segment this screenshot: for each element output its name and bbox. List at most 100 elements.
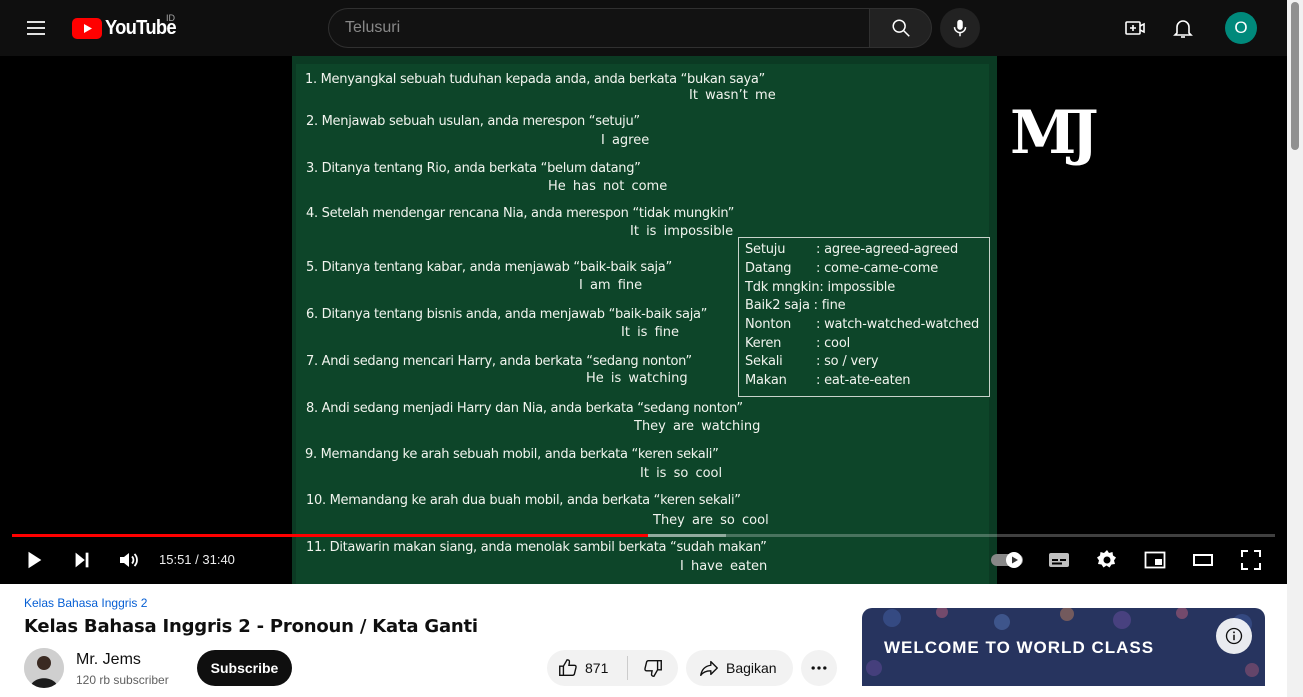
- board-line: 3. Ditanya tentang Rio, anda berkata “be…: [306, 161, 641, 176]
- vocab-row: Keren : cool: [745, 336, 850, 351]
- youtube-play-logo-icon: [72, 17, 102, 39]
- scrollbar-thumb[interactable]: [1291, 2, 1299, 150]
- autoplay-toggle[interactable]: [989, 542, 1027, 578]
- board-answer: He has not come: [548, 179, 668, 194]
- mute-button[interactable]: [111, 542, 147, 578]
- progress-bar[interactable]: [12, 534, 1275, 537]
- voice-search-button[interactable]: [940, 8, 980, 48]
- youtube-watch-page: YouTube ID O 1. Menyangkal sebuah tuduha…: [0, 0, 1303, 697]
- board-answer: They are watching: [634, 419, 761, 434]
- miniplayer-icon: [1144, 551, 1166, 569]
- vocab-row: Tdk mngkin: impossible: [745, 280, 895, 295]
- theater-mode-button[interactable]: [1185, 542, 1221, 578]
- board-answer: He is watching: [586, 371, 688, 386]
- channel-watermark: MJ: [1010, 98, 1099, 168]
- vocab-row: Makan : eat-ate-eaten: [745, 373, 911, 388]
- board-answer: It is impossible: [630, 224, 734, 239]
- ad-info-button[interactable]: [1216, 618, 1252, 654]
- share-label: Bagikan: [726, 660, 777, 676]
- share-icon: [700, 660, 718, 677]
- microphone-icon: [953, 19, 967, 37]
- vocab-value: : cool: [816, 336, 850, 351]
- like-button[interactable]: 871: [547, 650, 627, 686]
- vocab-key: Datang: [745, 261, 792, 276]
- vocab-key: Nonton: [745, 317, 792, 332]
- guide-menu-button[interactable]: [16, 8, 56, 48]
- board-answer: I have eaten: [680, 559, 768, 574]
- vocab-key: Makan: [745, 373, 787, 388]
- video-title: Kelas Bahasa Inggris 2 - Pronoun / Kata …: [24, 616, 478, 637]
- ad-headline: WELCOME TO WORLD CLASS: [884, 638, 1155, 657]
- board-line: 6. Ditanya tentang bisnis anda, anda men…: [306, 307, 708, 322]
- vocab-row: Nonton: watch-watched-watched: [745, 317, 979, 332]
- vocab-key: Baik2 saja: [745, 298, 810, 313]
- country-code: ID: [166, 13, 175, 23]
- board-answer: It wasn’t me: [689, 88, 776, 103]
- video-player[interactable]: 1. Menyangkal sebuah tuduhan kepada anda…: [0, 56, 1287, 584]
- info-icon: [1225, 627, 1243, 645]
- settings-button[interactable]: [1089, 542, 1125, 578]
- vocab-value: : so / very: [816, 354, 879, 369]
- channel-name[interactable]: Mr. Jems: [76, 651, 141, 669]
- share-button[interactable]: Bagikan: [686, 650, 793, 686]
- video-info: Kelas Bahasa Inggris 2 Kelas Bahasa Ingg…: [0, 584, 1287, 697]
- search-button[interactable]: [869, 8, 932, 48]
- vocab-value: : eat-ate-eaten: [816, 373, 911, 388]
- channel-avatar[interactable]: [24, 648, 64, 688]
- thumbs-up-icon: [559, 659, 577, 677]
- masthead: YouTube ID O: [0, 0, 1287, 56]
- account-avatar[interactable]: O: [1225, 12, 1257, 44]
- fullscreen-button[interactable]: [1233, 542, 1269, 578]
- vocab-key: Sekali: [745, 354, 783, 369]
- gear-icon: [1097, 550, 1116, 568]
- more-horizontal-icon: [811, 666, 827, 670]
- subscriber-count: 120 rb subscriber: [76, 673, 169, 687]
- vocab-row: Datang : come-came-come: [745, 261, 938, 276]
- board-line: 7. Andi sedang mencari Harry, anda berka…: [306, 354, 692, 369]
- board-line: 11. Ditawarin makan siang, anda menolak …: [306, 540, 767, 555]
- vocab-value: : agree-agreed-agreed: [816, 242, 959, 257]
- vocab-key: Tdk mngkin: [745, 280, 820, 295]
- play-button[interactable]: [16, 542, 52, 578]
- board-answer: They are so cool: [653, 513, 769, 528]
- hashtag-link[interactable]: Kelas Bahasa Inggris 2: [24, 596, 147, 610]
- board-answer: I am fine: [579, 278, 643, 293]
- play-icon: [28, 551, 42, 569]
- board-line: 9. Memandang ke arah sebuah mobil, anda …: [305, 447, 719, 462]
- skip-next-icon: [75, 552, 89, 568]
- vocab-key: Keren: [745, 336, 782, 351]
- board-line: 2. Menjawab sebuah usulan, anda merespon…: [306, 114, 640, 129]
- board-line: 8. Andi sedang menjadi Harry dan Nia, an…: [306, 401, 743, 416]
- like-dislike-group: 871: [547, 650, 678, 686]
- board-line: 4. Setelah mendengar rencana Nia, anda m…: [306, 206, 735, 221]
- subtitles-button[interactable]: [1041, 542, 1077, 578]
- ad-banner[interactable]: WELCOME TO WORLD CLASS: [862, 608, 1265, 697]
- dislike-button[interactable]: [628, 650, 678, 686]
- page-scrollbar[interactable]: [1287, 0, 1303, 697]
- more-actions-button[interactable]: [801, 650, 837, 686]
- vocab-row: Sekali : so / very: [745, 354, 879, 369]
- subscribe-button[interactable]: Subscribe: [197, 650, 292, 686]
- hamburger-icon: [27, 21, 45, 35]
- vocab-row: Setuju: agree-agreed-agreed: [745, 242, 958, 257]
- subtitles-icon: [1049, 553, 1069, 567]
- miniplayer-button[interactable]: [1137, 542, 1173, 578]
- bell-icon: [1173, 20, 1193, 38]
- volume-icon: [120, 553, 138, 567]
- time-display: 15:51 / 31:40: [159, 552, 235, 567]
- next-button[interactable]: [64, 542, 100, 578]
- vocab-value: : impossible: [819, 280, 896, 295]
- progress-played: [12, 534, 648, 537]
- create-video-icon: [1125, 21, 1145, 35]
- vocab-row: Baik2 saja : fine: [745, 298, 846, 313]
- vocabulary-box: Setuju: agree-agreed-agreed Datang : come…: [738, 237, 990, 397]
- notifications-button[interactable]: [1163, 8, 1203, 48]
- fullscreen-icon: [1241, 550, 1261, 570]
- search-box: [328, 8, 932, 48]
- search-input[interactable]: [328, 8, 869, 48]
- board-line: 5. Ditanya tentang kabar, anda menjawab …: [306, 260, 672, 275]
- vocab-value: : come-came-come: [816, 261, 938, 276]
- search-icon: [891, 19, 910, 37]
- create-button[interactable]: [1115, 8, 1155, 48]
- theater-mode-icon: [1193, 554, 1213, 566]
